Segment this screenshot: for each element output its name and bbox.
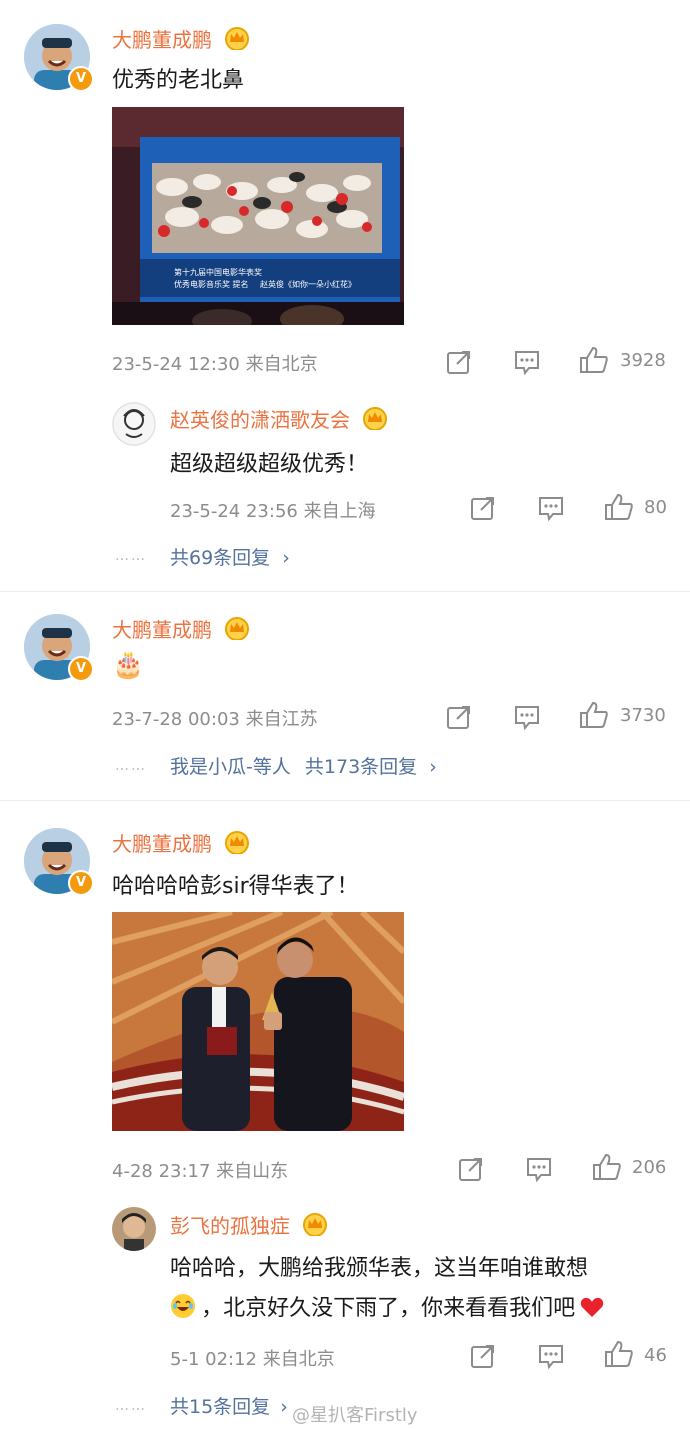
more-replies-link[interactable]: 共15条回复 › — [170, 1392, 288, 1419]
reply-avatar-image — [112, 1207, 156, 1251]
comment-meta: 23-5-24 12:30 来自北京 — [112, 354, 318, 375]
like-count: 3730 — [620, 705, 666, 726]
repost-icon[interactable] — [446, 704, 472, 730]
reply-avatar-image — [112, 402, 156, 446]
thread-dots: …… — [115, 1398, 147, 1414]
comment-icon[interactable] — [537, 495, 565, 521]
reply-avatar[interactable] — [112, 1207, 156, 1251]
like-icon[interactable] — [604, 493, 634, 521]
crown-badge-icon — [363, 407, 388, 430]
repost-icon[interactable] — [470, 495, 496, 521]
like-icon[interactable] — [579, 346, 609, 374]
reply-meta: 23-5-24 23:56 来自上海 — [170, 501, 376, 522]
like-icon[interactable] — [592, 1153, 622, 1181]
comment-text: 优秀的老北鼻 — [112, 68, 245, 93]
like-icon[interactable] — [604, 1340, 634, 1368]
thread-dots: …… — [115, 758, 147, 774]
like-count: 206 — [632, 1157, 667, 1178]
like-icon[interactable] — [579, 701, 609, 729]
username[interactable]: 大鹏董成鹏 — [112, 614, 250, 643]
crown-badge-icon — [225, 617, 250, 640]
reply-text-line1: 哈哈哈，大鹏给我颁华表，这当年咱谁敢想 — [170, 1256, 589, 1281]
repost-icon[interactable] — [470, 1343, 496, 1369]
chevron-right-icon: › — [280, 1396, 288, 1418]
avatar[interactable]: V — [24, 828, 94, 896]
red-heart-icon — [581, 1297, 604, 1317]
reply-avatar[interactable] — [112, 402, 156, 446]
reply-username[interactable]: 赵英俊的潇洒歌友会 — [170, 404, 388, 433]
comment-image[interactable] — [112, 912, 404, 1131]
comment-icon[interactable] — [537, 1343, 565, 1369]
comment-meta: 23-7-28 00:03 来自江苏 — [112, 709, 318, 730]
like-count: 80 — [644, 497, 667, 518]
verified-v-icon: V — [68, 656, 94, 682]
verified-v-icon: V — [68, 870, 94, 896]
reply-text-line2-row: ，北京好久没下雨了，你来看看我们吧 — [170, 1290, 604, 1322]
reply-text-line2: ，北京好久没下雨了，你来看看我们吧 — [201, 1296, 576, 1321]
comment-text: 🎂 — [112, 650, 145, 680]
verified-v-icon: V — [68, 66, 94, 92]
crown-badge-icon — [303, 1213, 328, 1236]
reply-meta: 5-1 02:12 来自北京 — [170, 1349, 335, 1370]
repost-icon[interactable] — [458, 1156, 484, 1182]
screen-caption-line2: 优秀电影音乐奖 提名 — [174, 279, 249, 289]
username[interactable]: 大鹏董成鹏 — [112, 24, 250, 53]
avatar[interactable]: V — [24, 614, 94, 682]
screen-caption-line1: 第十九届中国电影华表奖 — [174, 267, 262, 277]
reply-username[interactable]: 彭飞的孤独症 — [170, 1210, 328, 1239]
laughing-emoji-icon — [171, 1294, 195, 1318]
repost-icon[interactable] — [446, 349, 472, 375]
comment-icon[interactable] — [525, 1156, 553, 1182]
like-count: 46 — [644, 1345, 667, 1366]
comment-image[interactable]: 第十九届中国电影华表奖 优秀电影音乐奖 提名 赵英俊《如你一朵小红花》 — [112, 107, 404, 325]
avatar[interactable]: V — [24, 24, 94, 92]
comment-text: 哈哈哈哈彭sir得华表了！ — [112, 874, 359, 899]
chevron-right-icon: › — [282, 547, 290, 569]
crown-badge-icon — [225, 831, 250, 854]
more-replies-link[interactable]: 我是小瓜-等人 共173条回复 › — [170, 752, 437, 779]
divider — [0, 591, 690, 592]
watermark: @星扒客Firstly — [292, 1405, 418, 1426]
like-count: 3928 — [620, 350, 666, 371]
award-screen-image: 第十九届中国电影华表奖 优秀电影音乐奖 提名 赵英俊《如你一朵小红花》 — [112, 107, 404, 325]
screen-caption-right: 赵英俊《如你一朵小红花》 — [260, 279, 356, 289]
more-replies-link[interactable]: 共69条回复 › — [170, 543, 290, 570]
username[interactable]: 大鹏董成鹏 — [112, 828, 250, 857]
thread-dots: …… — [115, 548, 147, 564]
reply-text: 超级超级超级优秀！ — [170, 452, 369, 477]
comment-icon[interactable] — [513, 349, 541, 375]
comment-icon[interactable] — [513, 704, 541, 730]
divider — [0, 800, 690, 801]
award-ceremony-image — [112, 912, 404, 1131]
crown-badge-icon — [225, 27, 250, 50]
comment-meta: 4-28 23:17 来自山东 — [112, 1161, 289, 1182]
chevron-right-icon: › — [429, 756, 437, 778]
